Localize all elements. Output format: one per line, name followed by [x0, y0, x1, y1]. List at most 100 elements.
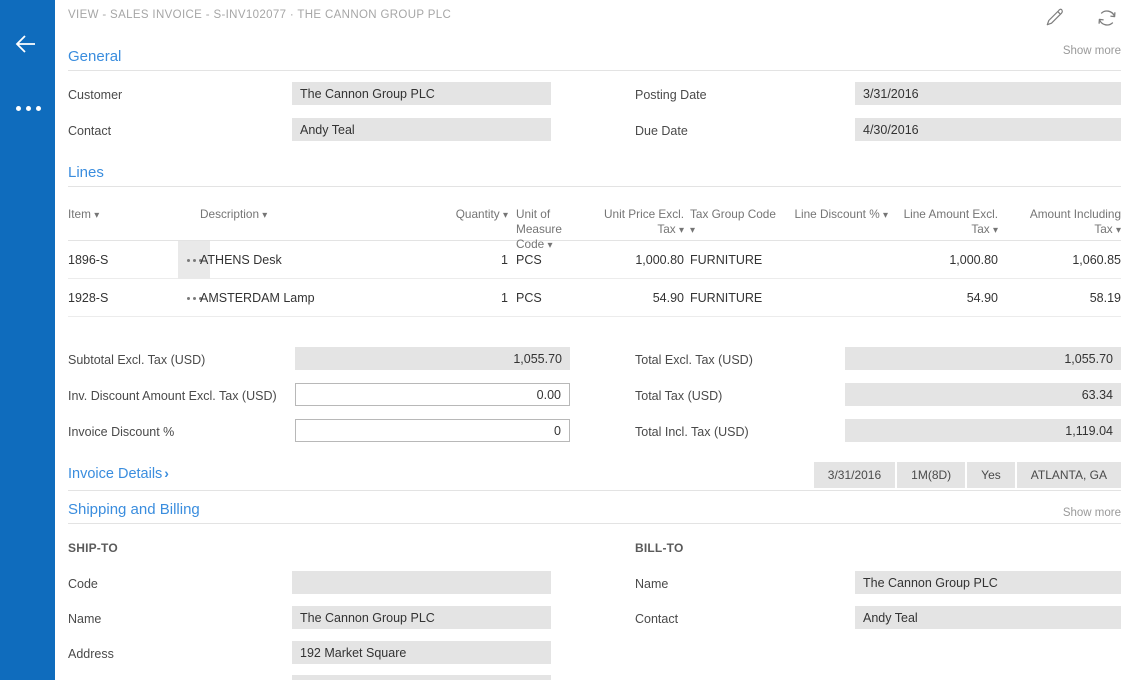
total-incl-tax-field[interactable]: 1,119.04 — [845, 419, 1121, 442]
invoice-discount-pct-label-row: Invoice Discount % — [68, 420, 174, 443]
chevron-down-icon: ▾ — [882, 210, 888, 221]
chevron-down-icon: ▾ — [94, 210, 100, 221]
due-date-field[interactable]: 4/30/2016 — [855, 118, 1121, 141]
column-header-description[interactable]: Description ▾ — [200, 207, 400, 223]
shipping-billing-section-title: Shipping and Billing — [68, 501, 200, 518]
bill-to-heading: BILL-TO — [635, 541, 684, 555]
column-header-item[interactable]: Item ▾ — [68, 207, 168, 223]
ellipsis-icon[interactable] — [8, 96, 48, 120]
cell-line-discount[interactable] — [768, 241, 888, 279]
ship-to-address-field[interactable]: 192 Market Square — [292, 641, 551, 664]
left-navigation-rail — [0, 0, 55, 680]
cell-unit-price[interactable]: 54.90 — [592, 279, 684, 317]
inv-discount-amount-label-row: Inv. Discount Amount Excl. Tax (USD) — [68, 384, 277, 407]
ship-to-address-label: Address — [68, 646, 114, 661]
invoice-details-summary-chips[interactable]: 3/31/2016 1M(8D) Yes ATLANTA, GA — [813, 462, 1121, 488]
chip-posting-date[interactable]: 3/31/2016 — [814, 462, 898, 488]
divider — [68, 523, 1121, 524]
sales-invoice-page: VIEW - SALES INVOICE - S-INV102077 · THE… — [0, 0, 1133, 680]
ship-to-name-label: Name — [68, 611, 102, 626]
chevron-down-icon: ▾ — [262, 210, 268, 221]
cell-description[interactable]: ATHENS Desk — [200, 241, 400, 279]
bill-to-contact-label-row: Contact — [635, 607, 678, 630]
contact-field[interactable]: Andy Teal — [292, 118, 551, 141]
cell-line-discount[interactable] — [768, 279, 888, 317]
ship-to-name-field[interactable]: The Cannon Group PLC — [292, 606, 551, 629]
bill-to-contact-field[interactable]: Andy Teal — [855, 606, 1121, 629]
breadcrumb: VIEW - SALES INVOICE - S-INV102077 · THE… — [68, 9, 452, 21]
back-arrow-icon[interactable] — [8, 24, 48, 64]
customer-label: Customer — [68, 87, 123, 102]
column-header-line-amount-excl-tax[interactable]: Line Amount Excl. Tax ▾ — [900, 207, 998, 238]
total-excl-tax-label: Total Excl. Tax (USD) — [635, 352, 753, 367]
cell-amount-incl-tax[interactable]: 58.19 — [1010, 279, 1121, 317]
cell-line-amount[interactable]: 1,000.80 — [900, 241, 998, 279]
cell-quantity[interactable]: 1 — [398, 279, 508, 317]
invoice-discount-pct-label: Invoice Discount % — [68, 424, 175, 439]
column-header-quantity[interactable]: Quantity ▾ — [398, 207, 508, 223]
ship-to-address-2-field[interactable] — [292, 675, 551, 680]
table-row[interactable]: 1928-S AMSTERDAM Lamp 1 PCS 54.90 FURNIT… — [68, 279, 1121, 317]
chip-location[interactable]: ATLANTA, GA — [1017, 462, 1121, 488]
lines-grid-header: Item ▾ Description ▾ Quantity ▾ Unit of … — [68, 195, 1121, 251]
general-section-header: General — [68, 48, 1121, 71]
customer-label-row: Customer — [68, 83, 122, 106]
shipping-billing-section-header: Shipping and Billing Show more — [68, 501, 1121, 524]
cell-amount-incl-tax[interactable]: 1,060.85 — [1010, 241, 1121, 279]
subtotal-field[interactable]: 1,055.70 — [295, 347, 570, 370]
lines-section-title: Lines — [68, 164, 104, 181]
chip-payment-terms[interactable]: 1M(8D) — [897, 462, 968, 488]
cell-line-amount[interactable]: 54.90 — [900, 279, 998, 317]
ship-to-code-label-row: Code — [68, 572, 98, 595]
ship-to-code-label: Code — [68, 576, 98, 591]
bill-to-name-label: Name — [635, 576, 669, 591]
header-actions — [1041, 4, 1121, 32]
cell-unit-of-measure[interactable]: PCS — [516, 279, 588, 317]
lines-grid: Item ▾ Description ▾ Quantity ▾ Unit of … — [68, 195, 1121, 317]
pencil-icon[interactable] — [1041, 4, 1069, 32]
cell-description[interactable]: AMSTERDAM Lamp — [200, 279, 400, 317]
chevron-down-icon: ▾ — [992, 225, 998, 236]
ship-to-address-label-row: Address — [68, 642, 114, 665]
divider — [68, 186, 1121, 187]
bill-to-name-field[interactable]: The Cannon Group PLC — [855, 571, 1121, 594]
due-date-label-row: Due Date — [635, 119, 688, 142]
total-tax-label-row: Total Tax (USD) — [635, 384, 722, 407]
refresh-icon[interactable] — [1093, 4, 1121, 32]
posting-date-field[interactable]: 3/31/2016 — [855, 82, 1121, 105]
cell-quantity[interactable]: 1 — [398, 241, 508, 279]
due-date-label: Due Date — [635, 123, 688, 138]
column-header-line-discount-pct[interactable]: Line Discount % ▾ — [768, 207, 888, 223]
chevron-down-icon: ▾ — [1115, 225, 1121, 236]
inv-discount-amount-label: Inv. Discount Amount Excl. Tax (USD) — [68, 388, 277, 403]
total-excl-tax-field[interactable]: 1,055.70 — [845, 347, 1121, 370]
column-header-unit-price-excl-tax[interactable]: Unit Price Excl. Tax ▾ — [592, 207, 684, 238]
chevron-down-icon: ▾ — [678, 225, 684, 236]
ship-to-code-field[interactable] — [292, 571, 551, 594]
cell-unit-price[interactable]: 1,000.80 — [592, 241, 684, 279]
shipping-billing-show-more-link[interactable]: Show more — [1063, 507, 1121, 519]
total-incl-tax-label-row: Total Incl. Tax (USD) — [635, 420, 749, 443]
customer-field[interactable]: The Cannon Group PLC — [292, 82, 551, 105]
total-tax-label: Total Tax (USD) — [635, 388, 723, 403]
total-tax-field[interactable]: 63.34 — [845, 383, 1121, 406]
divider — [68, 490, 1121, 491]
invoice-details-label: Invoice Details — [68, 466, 163, 482]
invoice-details-link[interactable]: Invoice Details › — [68, 465, 169, 482]
invoice-discount-pct-input[interactable]: 0 — [295, 419, 570, 442]
general-section-title: General — [68, 48, 122, 65]
bill-to-contact-label: Contact — [635, 611, 679, 626]
chip-prices-incl-tax[interactable]: Yes — [967, 462, 1017, 488]
total-incl-tax-label: Total Incl. Tax (USD) — [635, 424, 749, 439]
inv-discount-amount-input[interactable]: 0.00 — [295, 383, 570, 406]
column-header-amount-including-tax[interactable]: Amount Including Tax ▾ — [1010, 207, 1121, 238]
bill-to-name-label-row: Name — [635, 572, 668, 595]
divider — [68, 70, 1121, 71]
total-excl-tax-label-row: Total Excl. Tax (USD) — [635, 348, 753, 371]
subtotal-label: Subtotal Excl. Tax (USD) — [68, 352, 206, 367]
cell-unit-of-measure[interactable]: PCS — [516, 241, 588, 279]
cell-item[interactable]: 1928-S — [68, 279, 168, 317]
table-row[interactable]: 1896-S ATHENS Desk 1 PCS 1,000.80 FURNIT… — [68, 241, 1121, 279]
cell-item[interactable]: 1896-S — [68, 241, 168, 279]
chevron-right-icon: › — [164, 465, 169, 481]
